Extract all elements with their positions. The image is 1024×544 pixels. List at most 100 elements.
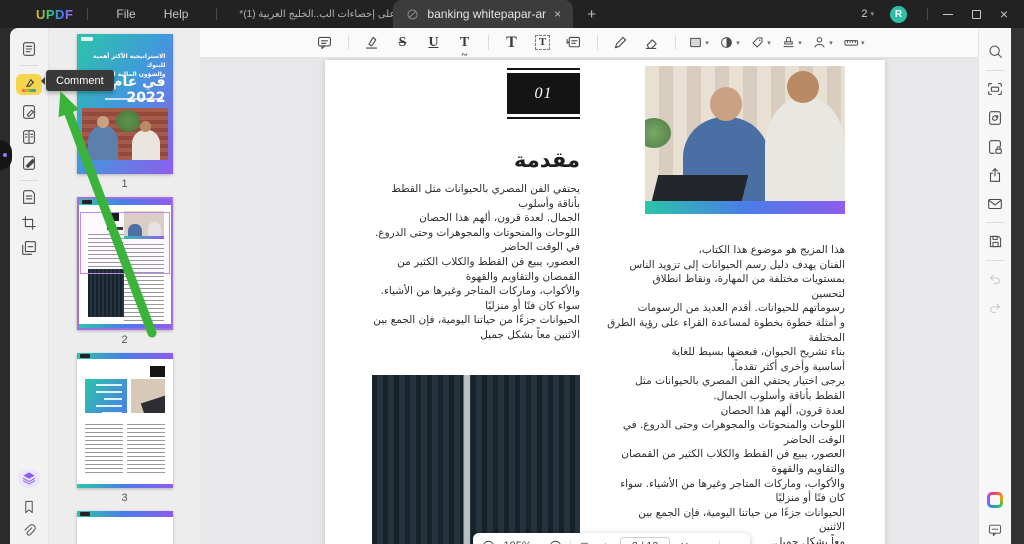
text-box-icon[interactable]: T — [532, 33, 554, 53]
device-count: 2 — [861, 8, 867, 20]
new-tab-button[interactable]: + — [587, 6, 596, 23]
ocr-icon[interactable] — [983, 78, 1007, 101]
signature-dropdown[interactable]: ▾ — [812, 33, 834, 53]
skyscraper-photo — [372, 375, 580, 544]
squiggly-underline-icon[interactable]: T~ — [454, 33, 476, 53]
tab-close-icon[interactable]: × — [554, 7, 561, 21]
divider — [20, 180, 38, 181]
thumbnail-panel: الاستراتيجية الأكثر أهمية للبنوك والشؤون… — [48, 28, 200, 544]
divider — [986, 222, 1004, 223]
feedback-icon[interactable] — [983, 518, 1007, 541]
text-callout-icon[interactable] — [563, 33, 585, 53]
section-heading: مقدمة — [370, 148, 580, 172]
thumbnail-label: 3 — [121, 492, 127, 504]
thumbnail-page-4[interactable] — [77, 511, 173, 544]
tab-inactive-arabic-doc[interactable]: *نظرة على إحصاءات الب..الخليج العربية (1… — [239, 9, 369, 20]
fill-sign-icon[interactable] — [17, 153, 41, 172]
chevron-down-icon: ▾ — [829, 39, 833, 47]
menu-help[interactable]: Help — [150, 7, 203, 21]
close-window-button[interactable]: × — [990, 0, 1018, 28]
chevron-down-icon: ▾ — [705, 39, 709, 47]
chevron-down-icon: ▾ — [870, 10, 874, 18]
mini-chapter-badge — [150, 366, 165, 377]
divider — [719, 540, 720, 544]
divider — [87, 8, 88, 20]
share-icon[interactable] — [983, 164, 1007, 187]
thumbnail-label: 1 — [121, 178, 127, 190]
email-icon[interactable] — [983, 193, 1007, 216]
add-text-icon[interactable]: T — [501, 33, 523, 53]
bookmark-icon[interactable] — [17, 497, 41, 516]
chevron-down-icon: ▾ — [736, 39, 740, 47]
redo-icon — [983, 297, 1007, 320]
tab-label: banking whitepapar-ar — [427, 7, 546, 21]
sticky-note-icon[interactable] — [314, 33, 336, 53]
divider — [570, 540, 571, 544]
device-count-dropdown[interactable]: 2 ▾ — [861, 8, 874, 20]
close-bar-button[interactable]: × — [726, 538, 742, 544]
zoom-in-button[interactable] — [548, 538, 564, 544]
undo-icon — [983, 268, 1007, 291]
main-area: S U T~ T T ▾ — [200, 28, 978, 544]
fill-color-dropdown[interactable]: ▾ — [719, 33, 741, 53]
pdf-page: 01 مقدمة يحتفي الفن المصري بالحيوانات مث… — [325, 60, 885, 544]
zoom-out-button[interactable] — [481, 538, 497, 544]
layers-icon[interactable] — [17, 469, 41, 488]
underline-icon[interactable]: U — [423, 33, 445, 53]
thumbnail-page-2-selected[interactable] — [77, 197, 173, 330]
window-edge-right — [1011, 28, 1024, 544]
annotation-toolbar: S U T~ T T ▾ — [200, 28, 978, 58]
previous-page-button[interactable] — [598, 538, 614, 544]
menu-file[interactable]: File — [102, 7, 149, 21]
comment-tool-button[interactable] — [16, 74, 42, 95]
reader-mode-icon[interactable] — [17, 39, 41, 58]
crop-pages-icon[interactable] — [17, 213, 41, 232]
search-icon[interactable] — [983, 40, 1007, 63]
thumbnail-page-3[interactable] — [77, 353, 173, 488]
right-sidebar — [978, 28, 1011, 544]
strikethrough-icon[interactable]: S — [392, 33, 414, 53]
shapes-dropdown[interactable]: ▾ — [688, 33, 710, 53]
minimize-button[interactable] — [934, 0, 962, 28]
stamp-dropdown[interactable]: ▾ — [781, 33, 803, 53]
measure-dropdown[interactable]: ▾ — [843, 33, 865, 53]
edit-pdf-icon[interactable] — [17, 102, 41, 121]
save-icon[interactable] — [983, 230, 1007, 253]
document-viewport[interactable]: 01 مقدمة يحتفي الفن المصري بالحيوانات مث… — [200, 58, 978, 544]
cover-photo — [82, 108, 168, 160]
convert-icon[interactable] — [983, 106, 1007, 129]
zoom-level: 105% — [503, 540, 533, 544]
attachment-icon[interactable] — [17, 522, 41, 541]
divider — [597, 35, 598, 50]
left-sidebar — [10, 28, 48, 544]
organize-pages-icon[interactable] — [17, 128, 41, 147]
restore-button[interactable] — [962, 0, 990, 28]
next-page-button[interactable] — [676, 538, 692, 544]
thumbnail-page-1[interactable]: الاستراتيجية الأكثر أهمية للبنوك والشؤون… — [77, 34, 173, 174]
mini-building-photo — [88, 269, 124, 317]
go-first-page-button[interactable] — [577, 538, 593, 544]
mini-text-column — [127, 421, 165, 473]
tag-link-dropdown[interactable]: ▾ — [750, 33, 772, 53]
page-number-input[interactable]: 2 / 13 — [620, 537, 671, 544]
divider — [216, 8, 217, 20]
divider — [675, 35, 676, 50]
highlighter-icon[interactable] — [361, 33, 383, 53]
divider — [986, 260, 1004, 261]
tab-active-banking-whitepaper[interactable]: banking whitepapar-ar × — [393, 0, 573, 28]
mini-text-column — [85, 421, 123, 473]
ocr-page-icon[interactable] — [17, 187, 41, 206]
eraser-icon[interactable] — [641, 33, 663, 53]
ai-assistant-icon[interactable] — [983, 488, 1007, 511]
pencil-icon[interactable] — [610, 33, 632, 53]
export-pages-icon[interactable] — [17, 238, 41, 257]
divider — [927, 8, 928, 20]
meeting-photo — [645, 66, 845, 214]
viewport-indicator[interactable] — [80, 212, 170, 274]
thumbnail-label: 2 — [121, 334, 127, 346]
avatar[interactable]: R — [890, 6, 907, 23]
go-last-page-button[interactable] — [698, 538, 714, 544]
panel-collapse-handle[interactable] — [0, 140, 12, 170]
mini-gradient-box — [85, 379, 127, 413]
protect-icon[interactable] — [983, 135, 1007, 158]
